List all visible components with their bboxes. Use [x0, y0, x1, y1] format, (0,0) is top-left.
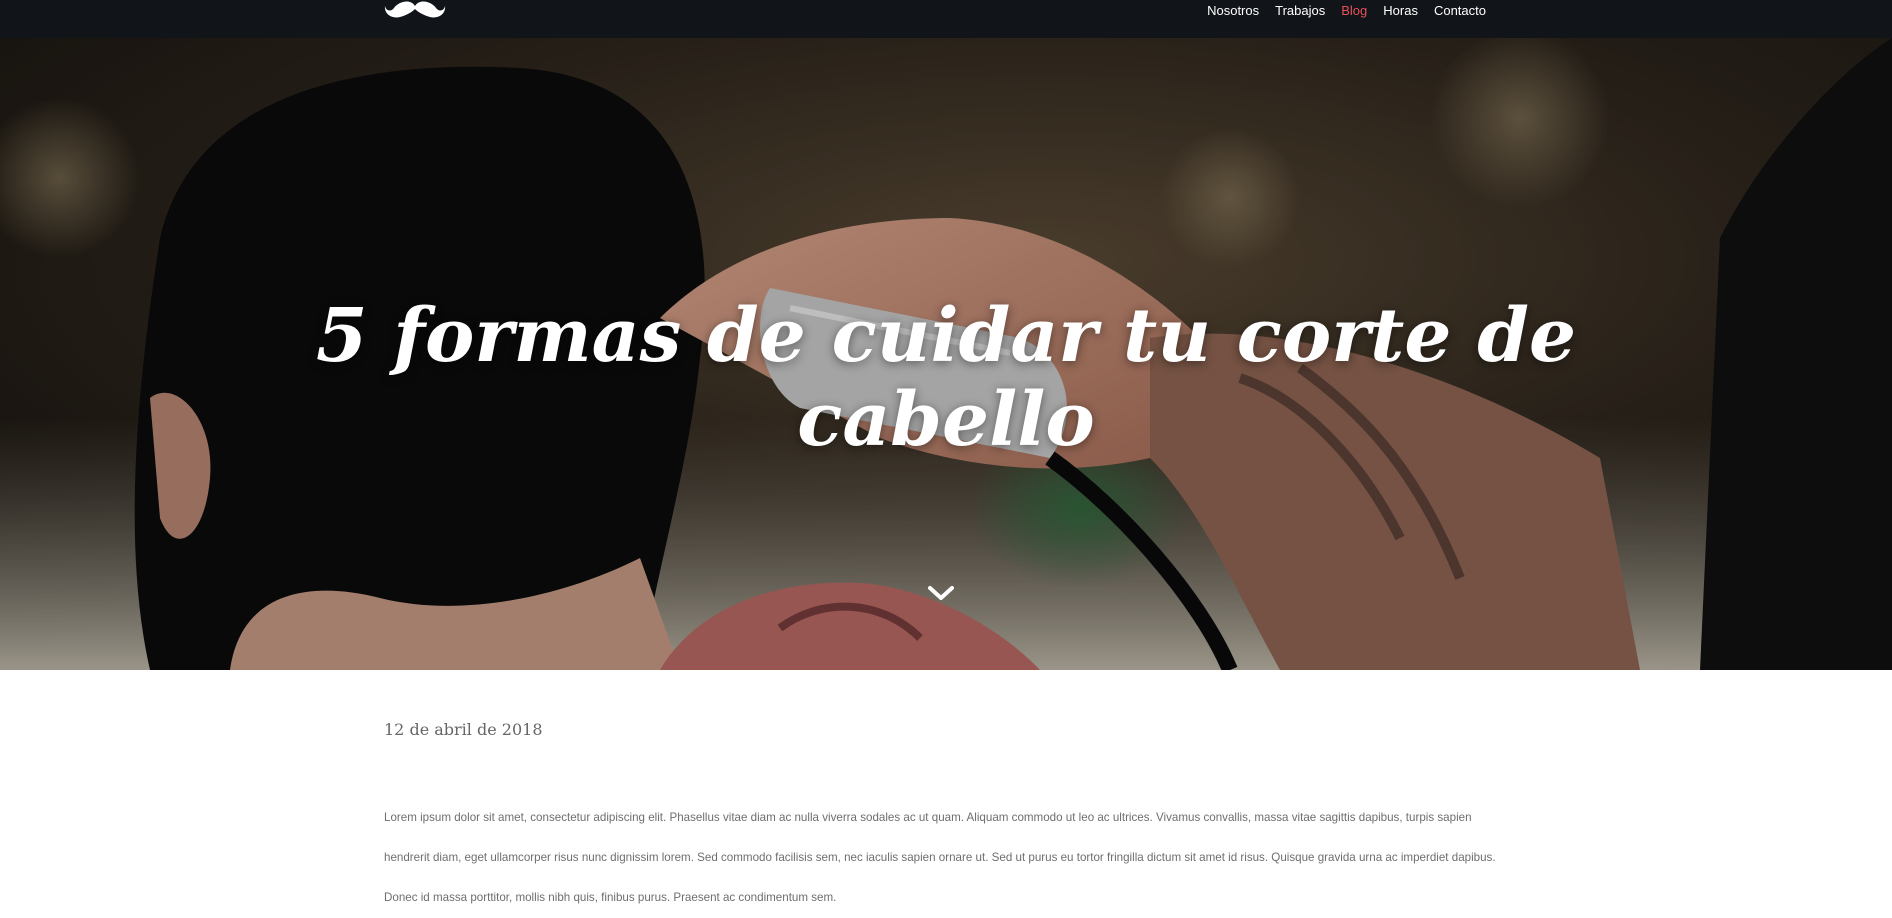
navbar: Nosotros Trabajos Blog Horas Contacto	[0, 0, 1892, 38]
post-title-line-1: 5 formas de cuidar tu corte de	[315, 293, 1577, 379]
nav-link-contacto[interactable]: Contacto	[1434, 3, 1486, 18]
nav-link-trabajos[interactable]: Trabajos	[1275, 3, 1325, 18]
post-date: 12 de abril de 2018	[384, 720, 543, 739]
mustache-icon[interactable]	[384, 0, 446, 20]
post-body: Lorem ipsum dolor sit amet, consectetur …	[384, 811, 1496, 904]
nav-link-blog[interactable]: Blog	[1341, 3, 1367, 18]
post-title-line-2: cabello	[797, 377, 1095, 463]
main-nav: Nosotros Trabajos Blog Horas Contacto	[1207, 0, 1486, 20]
hero-banner: 5 formas de cuidar tu corte de cabello	[0, 38, 1892, 670]
post-title: 5 formas de cuidar tu corte de cabello	[0, 294, 1892, 462]
nav-link-horas[interactable]: Horas	[1383, 3, 1418, 18]
nav-link-nosotros[interactable]: Nosotros	[1207, 3, 1259, 18]
chevron-down-icon[interactable]	[926, 583, 956, 605]
